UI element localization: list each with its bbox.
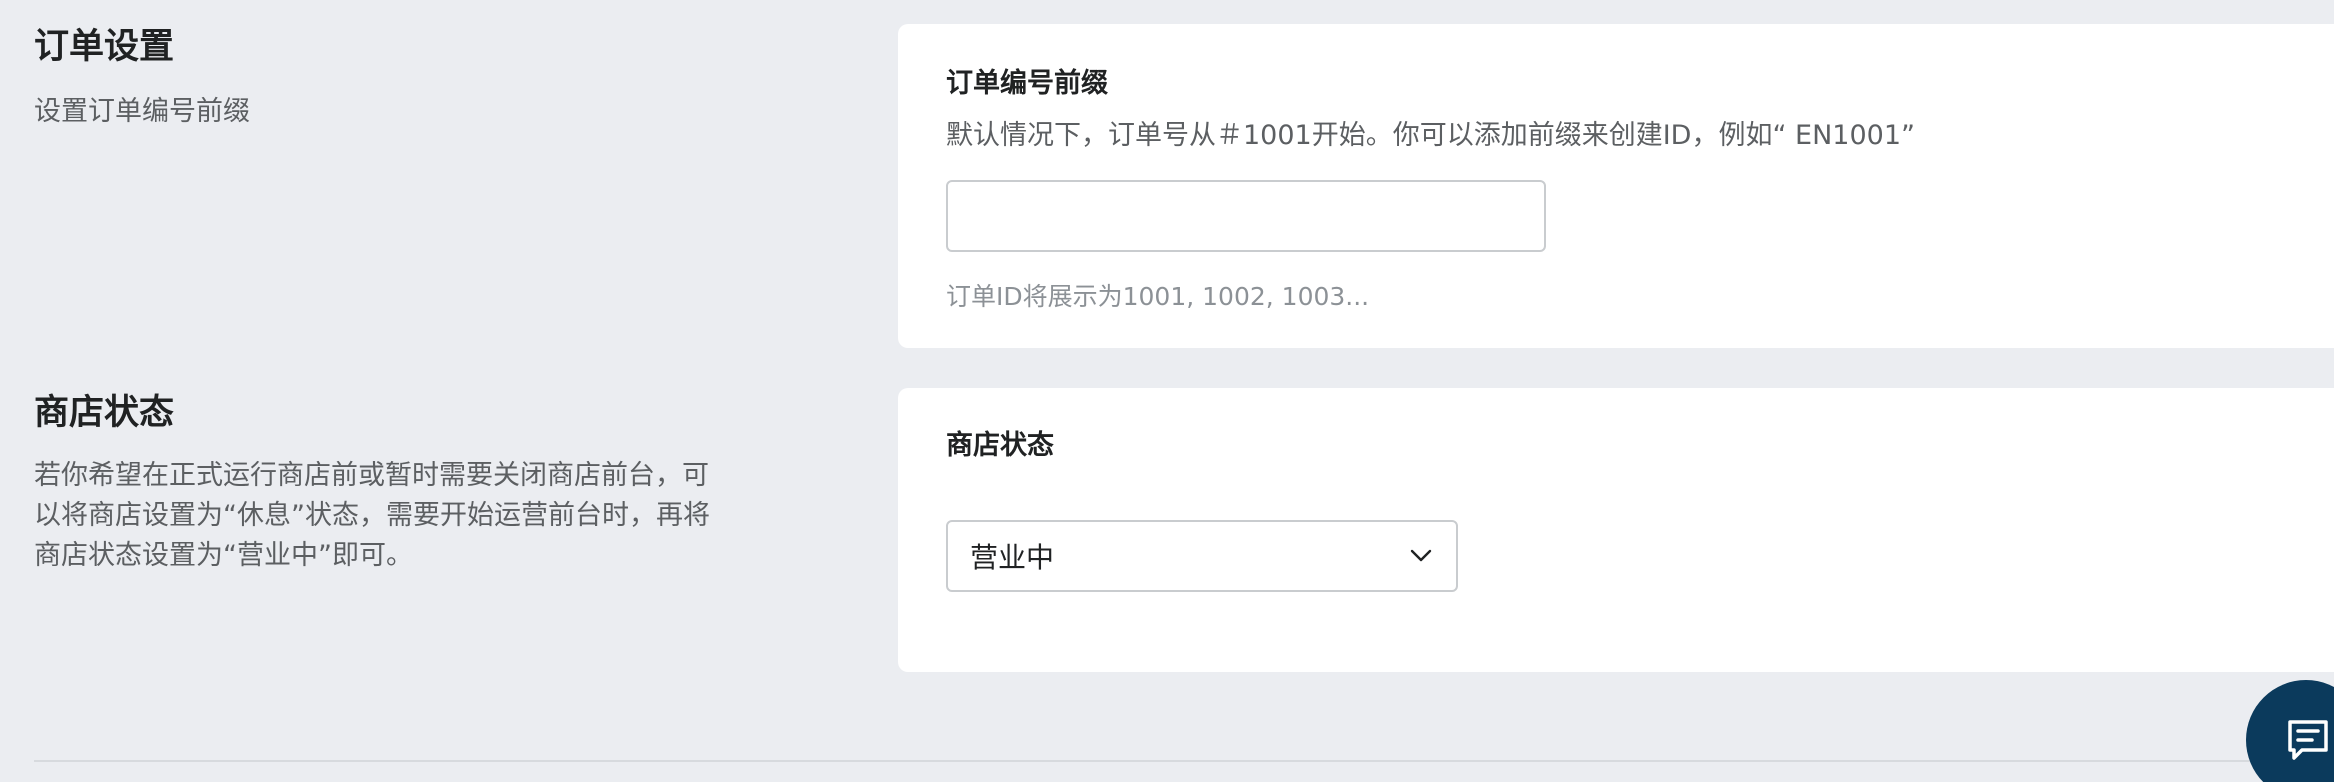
store-status-select[interactable]: 营业中 <box>946 520 1458 592</box>
order-prefix-label: 订单编号前缀 <box>946 68 1108 99</box>
store-status-select-value: 营业中 <box>970 541 1055 574</box>
store-status-info: 商店状态 若你希望在正式运行商店前或暂时需要关闭商店前台，可 以将商店设置为“休… <box>34 390 754 576</box>
chat-icon <box>2284 716 2332 768</box>
store-status-description-line: 若你希望在正式运行商店前或暂时需要关闭商店前台，可 <box>34 460 709 491</box>
store-status-description-line: 商店状态设置为“营业中”即可。 <box>34 540 413 571</box>
order-settings-section: 订单设置 设置订单编号前缀 订单编号前缀 默认情况下，订单号从＃1001开始。你… <box>0 0 2334 360</box>
store-status-title: 商店状态 <box>34 393 175 433</box>
order-prefix-card: 订单编号前缀 默认情况下，订单号从＃1001开始。你可以添加前缀来创建ID，例如… <box>898 24 2334 348</box>
order-prefix-help: 默认情况下，订单号从＃1001开始。你可以添加前缀来创建ID，例如“ EN100… <box>946 120 1915 151</box>
store-status-card: 商店状态 营业中 <box>898 388 2334 672</box>
section-divider <box>34 760 2334 762</box>
store-status-description-line: 以将商店设置为“休息”状态，需要开始运营前台时，再将 <box>34 500 710 531</box>
chevron-down-icon <box>1408 543 1434 569</box>
order-id-hint: 订单ID将展示为1001, 1002, 1003... <box>946 282 1370 311</box>
store-status-label: 商店状态 <box>946 430 1054 461</box>
settings-page: 订单设置 设置订单编号前缀 订单编号前缀 默认情况下，订单号从＃1001开始。你… <box>0 0 2334 782</box>
store-status-description: 若你希望在正式运行商店前或暂时需要关闭商店前台，可 以将商店设置为“休息”状态，… <box>34 456 754 576</box>
store-status-section: 商店状态 若你希望在正式运行商店前或暂时需要关闭商店前台，可 以将商店设置为“休… <box>0 370 2334 690</box>
order-settings-info: 订单设置 设置订单编号前缀 <box>34 24 754 132</box>
order-settings-title: 订单设置 <box>34 27 175 67</box>
chat-button[interactable] <box>2246 680 2334 782</box>
order-prefix-input[interactable] <box>946 180 1546 252</box>
order-settings-description: 设置订单编号前缀 <box>34 96 250 127</box>
